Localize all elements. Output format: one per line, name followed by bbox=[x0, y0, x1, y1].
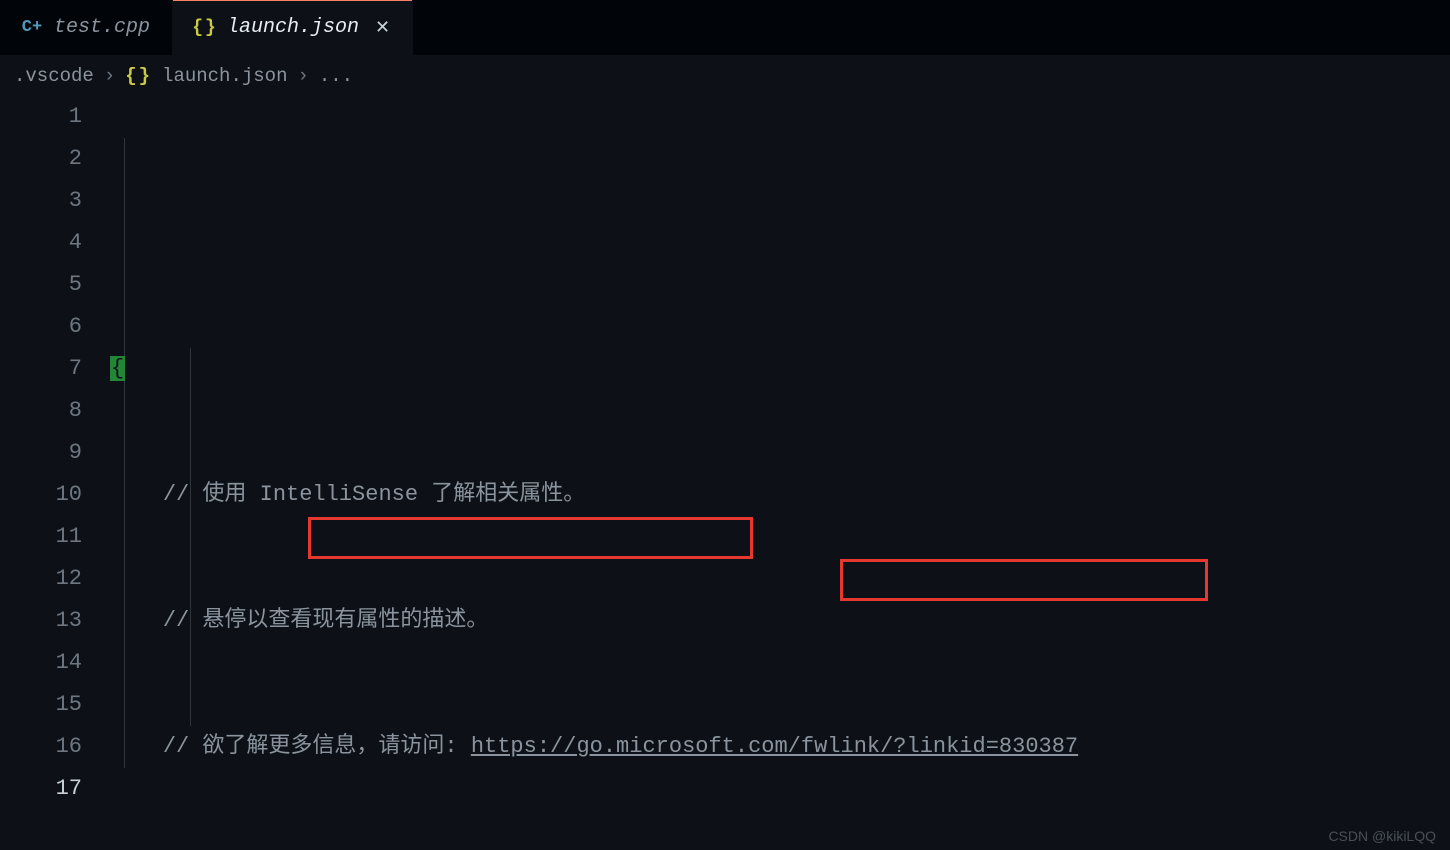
tab-label: test.cpp bbox=[54, 16, 150, 39]
line-number: 1 bbox=[0, 96, 82, 138]
line-number: 16 bbox=[0, 726, 82, 768]
highlight-box-terminal bbox=[308, 517, 753, 559]
code-line: // 使用 IntelliSense 了解相关属性。 bbox=[110, 474, 1450, 516]
watermark: CSDN @kikiLQQ bbox=[1328, 828, 1436, 844]
line-number: 4 bbox=[0, 222, 82, 264]
indent-guide bbox=[124, 138, 125, 768]
json-icon: {} bbox=[195, 18, 215, 38]
line-number: 3 bbox=[0, 180, 82, 222]
line-number: 13 bbox=[0, 600, 82, 642]
code-line: // 欲了解更多信息，请访问: https://go.microsoft.com… bbox=[110, 726, 1450, 768]
code-editor[interactable]: 1 2 3 4 5 6 7 8 9 10 11 12 13 14 15 16 1… bbox=[0, 96, 1450, 850]
json-icon: {} bbox=[125, 65, 152, 87]
cpp-icon: C+ bbox=[22, 18, 42, 38]
line-number-gutter: 1 2 3 4 5 6 7 8 9 10 11 12 13 14 15 16 1… bbox=[0, 96, 110, 850]
line-number: 14 bbox=[0, 642, 82, 684]
tab-label: launch.json bbox=[227, 16, 359, 39]
line-number: 17 bbox=[0, 768, 82, 810]
line-number: 8 bbox=[0, 390, 82, 432]
tab-launch-json[interactable]: {} launch.json ✕ bbox=[173, 0, 413, 55]
code-line: // 悬停以查看现有属性的描述。 bbox=[110, 600, 1450, 642]
line-number: 11 bbox=[0, 516, 82, 558]
line-number: 10 bbox=[0, 474, 82, 516]
code-content[interactable]: { // 使用 IntelliSense 了解相关属性。 // 悬停以查看现有属… bbox=[110, 96, 1450, 850]
line-number: 2 bbox=[0, 138, 82, 180]
tab-test-cpp[interactable]: C+ test.cpp bbox=[0, 0, 173, 55]
breadcrumb-more[interactable]: ... bbox=[319, 65, 353, 87]
line-number: 12 bbox=[0, 558, 82, 600]
line-number: 6 bbox=[0, 306, 82, 348]
breadcrumb-folder[interactable]: .vscode bbox=[14, 65, 94, 87]
indent-guide bbox=[190, 348, 191, 726]
chevron-right-icon: › bbox=[297, 65, 308, 87]
close-icon[interactable]: ✕ bbox=[375, 17, 390, 39]
line-number: 15 bbox=[0, 684, 82, 726]
line-number: 5 bbox=[0, 264, 82, 306]
chevron-right-icon: › bbox=[104, 65, 115, 87]
tab-bar: C+ test.cpp {} launch.json ✕ bbox=[0, 0, 1450, 56]
code-line: { bbox=[110, 348, 1450, 390]
breadcrumb: .vscode › {} launch.json › ... bbox=[0, 56, 1450, 96]
line-number: 9 bbox=[0, 432, 82, 474]
line-number: 7 bbox=[0, 348, 82, 390]
highlight-box-filebasename bbox=[840, 559, 1208, 601]
breadcrumb-file[interactable]: launch.json bbox=[162, 65, 287, 87]
